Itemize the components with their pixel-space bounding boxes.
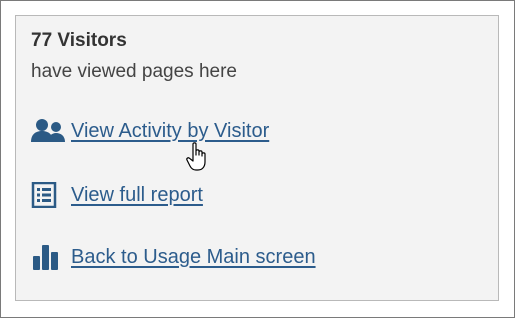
view-full-report-link[interactable]: View full report bbox=[71, 184, 203, 207]
link-row-activity: View Activity by Visitor bbox=[31, 116, 269, 146]
window-frame: 77 Visitors have viewed pages here View … bbox=[0, 0, 515, 318]
link-row-usage-main: Back to Usage Main screen bbox=[31, 242, 316, 272]
bar-chart-icon bbox=[31, 242, 71, 272]
report-list-icon bbox=[31, 180, 71, 210]
visitors-panel: 77 Visitors have viewed pages here View … bbox=[15, 15, 499, 301]
visitor-description: have viewed pages here bbox=[31, 61, 237, 82]
view-activity-by-visitor-link[interactable]: View Activity by Visitor bbox=[71, 120, 269, 143]
users-icon bbox=[31, 116, 71, 146]
hand-cursor-icon bbox=[185, 141, 213, 173]
back-to-usage-main-link[interactable]: Back to Usage Main screen bbox=[71, 246, 316, 269]
link-row-full-report: View full report bbox=[31, 180, 203, 210]
visitor-count: 77 Visitors bbox=[31, 30, 127, 51]
